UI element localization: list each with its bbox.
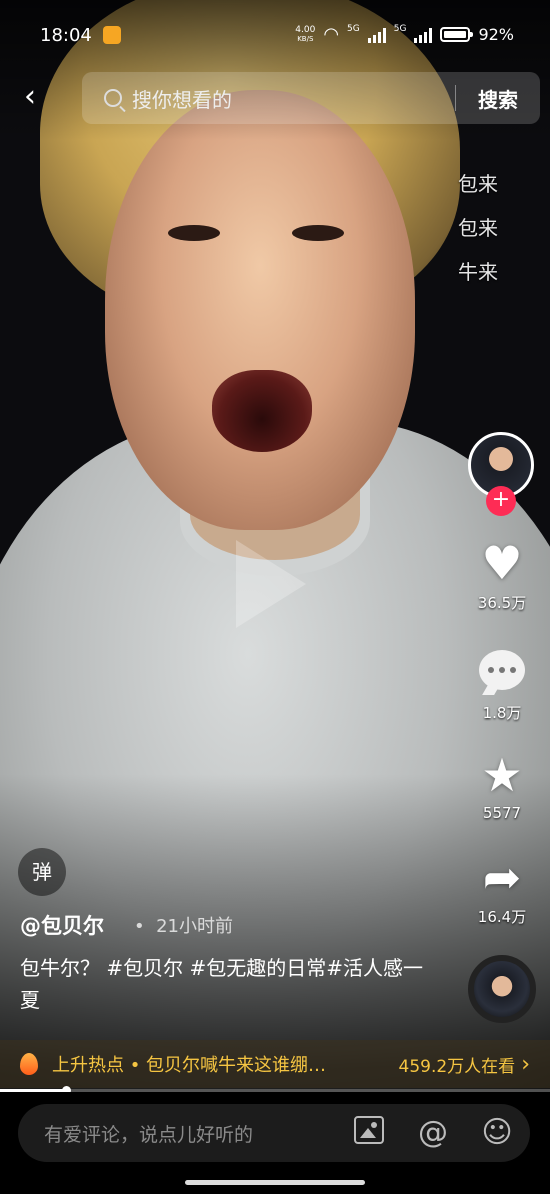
video-caption[interactable]: 包牛尔？ #包贝尔 #包无趣的日常#活人感一夏 bbox=[20, 952, 440, 1016]
post-time-text: 21小时前 bbox=[156, 916, 233, 937]
play-icon[interactable] bbox=[236, 540, 306, 628]
chevron-right-icon: › bbox=[521, 1051, 530, 1077]
danmaku-comment: 牛来 bbox=[458, 260, 498, 284]
comment-placeholder: 有爱评论，说点儿好听的 bbox=[44, 1123, 254, 1146]
search-button[interactable]: 搜索 bbox=[456, 84, 540, 113]
signal-icon bbox=[367, 27, 386, 43]
battery-icon bbox=[440, 27, 474, 42]
image-icon[interactable] bbox=[352, 1116, 386, 1150]
share-count: 16.4万 bbox=[477, 908, 527, 926]
share-icon: ➦ bbox=[482, 850, 522, 904]
video-content-mouth bbox=[212, 370, 312, 452]
status-time: 18:04 bbox=[40, 25, 92, 46]
like-button[interactable]: ♥ 36.5万 bbox=[472, 538, 532, 613]
chevron-left-icon: ‹ bbox=[24, 79, 36, 114]
search-bar[interactable]: 搜你想看的 搜索 bbox=[82, 72, 540, 124]
danmaku-comment: 包来 bbox=[458, 172, 498, 196]
favorite-count: 5577 bbox=[482, 804, 522, 822]
danmaku-toggle-button[interactable]: 弹 bbox=[18, 848, 66, 896]
comment-button[interactable]: 1.8万 bbox=[472, 646, 532, 723]
search-icon bbox=[104, 89, 122, 107]
comment-bar: 有爱评论，说点儿好听的 @ ☺ bbox=[0, 1092, 550, 1194]
comment-count: 1.8万 bbox=[482, 704, 522, 722]
comment-input[interactable]: 有爱评论，说点儿好听的 @ ☺ bbox=[18, 1104, 530, 1162]
net-speed: 4.00 KB/S bbox=[295, 24, 316, 44]
status-bar: 18:04 4.00 KB/S ◠ 5G 5G 92% bbox=[0, 0, 550, 70]
comment-icon bbox=[479, 650, 525, 690]
video-content-face bbox=[105, 90, 415, 530]
net-speed-unit: KB/S bbox=[297, 34, 314, 43]
star-icon: ★ bbox=[481, 748, 523, 802]
net-speed-value: 4.00 bbox=[295, 24, 316, 35]
post-time: • 21小时前 bbox=[134, 916, 233, 937]
sim2-label: 5G bbox=[393, 24, 407, 34]
danmaku-comment: 包来 bbox=[458, 216, 498, 240]
follow-button[interactable]: + bbox=[486, 486, 516, 516]
emoji-icon[interactable]: ☺ bbox=[480, 1116, 514, 1150]
video-content-eye bbox=[292, 225, 344, 241]
mention-icon[interactable]: @ bbox=[416, 1116, 450, 1150]
sim1-label: 5G bbox=[347, 24, 360, 34]
favorite-button[interactable]: ★ 5577 bbox=[472, 750, 532, 822]
trending-bar[interactable]: 上升热点 • 包贝尔喊牛来这谁绷… 459.2万人在看 › bbox=[0, 1040, 550, 1088]
signal-icon bbox=[414, 27, 433, 43]
author-name[interactable]: @包贝尔 bbox=[20, 910, 104, 940]
status-indicators: 4.00 KB/S ◠ 5G 5G 92% bbox=[295, 24, 514, 45]
share-button[interactable]: ➦ 16.4万 bbox=[472, 852, 532, 927]
viewer-count: 459.2万人在看 bbox=[398, 1056, 516, 1077]
search-input[interactable]: 搜你想看的 bbox=[132, 84, 455, 113]
battery-percent: 92% bbox=[478, 25, 514, 44]
app-notification-icon bbox=[103, 26, 121, 44]
plus-icon: + bbox=[491, 487, 511, 512]
like-count: 36.5万 bbox=[477, 594, 527, 612]
back-button[interactable]: ‹ bbox=[24, 80, 58, 114]
home-indicator bbox=[185, 1180, 365, 1185]
wifi-icon: ◠ bbox=[323, 24, 340, 45]
music-disc[interactable] bbox=[468, 955, 536, 1023]
flame-icon bbox=[20, 1053, 38, 1075]
heart-icon: ♥ bbox=[481, 536, 523, 590]
trending-text: 上升热点 • 包贝尔喊牛来这谁绷… bbox=[52, 1055, 327, 1076]
video-content-eye bbox=[168, 225, 220, 241]
